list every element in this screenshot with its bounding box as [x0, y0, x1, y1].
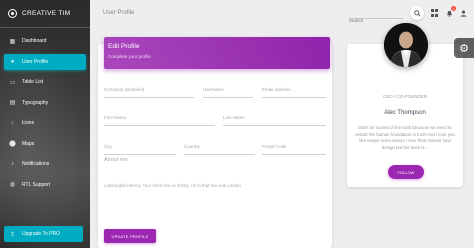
- country-field[interactable]: Country: [184, 143, 255, 155]
- content-paste-icon: ▭: [9, 79, 16, 86]
- notification-badge: 5: [451, 6, 456, 11]
- gear-icon: ⚙: [459, 42, 469, 55]
- bubble-chart-icon: ⁘: [9, 120, 16, 127]
- brand-logo-icon: [8, 9, 17, 18]
- city-label: City: [104, 144, 112, 149]
- sidebar-item-typography[interactable]: ▤ Typography: [4, 95, 86, 111]
- dashboard-icon[interactable]: [430, 9, 438, 17]
- location-icon: ⬤: [9, 141, 16, 147]
- notifications-button[interactable]: 5: [445, 6, 456, 17]
- about-me-label: About me: [104, 157, 128, 163]
- brand[interactable]: CREATIVE TIM: [0, 0, 90, 28]
- sidebar-item-label: Typography: [22, 99, 49, 106]
- sidebar-item-table-list[interactable]: ▭ Table List: [4, 74, 86, 90]
- company-label: Company (disabled): [104, 87, 145, 92]
- upgrade-to-pro-button[interactable]: ⇧ Upgrade To PRO: [4, 226, 83, 242]
- about-me-textarea[interactable]: Lamborghini Mercy, Your chick she so thi…: [104, 183, 324, 188]
- sidebar-item-dashboard[interactable]: ▦ Dashboard: [4, 33, 86, 49]
- follow-button[interactable]: FOLLOW: [388, 165, 424, 179]
- person-icon: ●: [10, 58, 15, 65]
- profile-card: CEO / CO-FOUNDER Alec Thompson Don't be …: [347, 23, 463, 187]
- first-name-field[interactable]: First Name: [104, 114, 215, 126]
- country-label: Country: [184, 144, 200, 149]
- postal-code-label: Postal Code: [262, 144, 287, 149]
- sidebar-item-rtl-support[interactable]: ◍ RTL Support: [4, 177, 86, 193]
- card-subtitle: Complete your profile: [108, 54, 151, 59]
- sidebar: CREATIVE TIM ▦ Dashboard ● User Profile …: [0, 0, 90, 248]
- sidebar-item-user-profile[interactable]: ● User Profile: [4, 53, 86, 70]
- edit-profile-header: Edit Profile Complete your profile: [104, 37, 330, 69]
- username-field[interactable]: Username: [203, 86, 253, 98]
- search-input[interactable]: [349, 18, 403, 23]
- language-icon: ◍: [9, 182, 16, 188]
- company-field: Company (disabled): [104, 86, 194, 98]
- sidebar-item-icons[interactable]: ⁘ Icons: [4, 115, 86, 131]
- upgrade-label: Upgrade To PRO: [22, 231, 60, 237]
- brand-name: CREATIVE TIM: [22, 10, 71, 17]
- unarchive-icon: ⇧: [9, 231, 16, 238]
- profile-bio: Don't be scared of the truth because we …: [355, 125, 455, 150]
- sidebar-item-label: Table List: [22, 79, 44, 85]
- postal-code-field[interactable]: Postal Code: [262, 143, 326, 155]
- person-icon: [460, 10, 466, 17]
- top-navbar: User Profile 5: [90, 0, 474, 28]
- settings-plugin-button[interactable]: ⚙: [454, 38, 474, 58]
- last-name-field[interactable]: Last Name: [223, 114, 326, 126]
- last-name-label: Last Name: [223, 115, 245, 120]
- first-name-label: First Name: [104, 115, 127, 120]
- library-books-icon: ▤: [9, 100, 16, 106]
- avatar-portrait: [384, 23, 428, 67]
- profile-name: Alec Thompson: [384, 110, 426, 116]
- sidebar-item-maps[interactable]: ⬤ Maps: [4, 136, 86, 152]
- edit-profile-card: Edit Profile Complete your profile Compa…: [98, 37, 332, 248]
- search-icon: [413, 9, 421, 17]
- sidebar-item-label: User Profile: [22, 58, 49, 65]
- sidebar-item-label: Dashboard: [22, 38, 47, 44]
- email-label: Email address: [262, 87, 291, 92]
- email-field[interactable]: Email address: [262, 86, 326, 98]
- sidebar-item-label: Icons: [22, 120, 34, 126]
- notifications-icon: ♪: [11, 161, 14, 167]
- dashboard-icon: ▦: [9, 38, 16, 45]
- user-menu-button[interactable]: [459, 9, 467, 17]
- sidebar-item-label: Notifications: [22, 161, 50, 167]
- profile-title: CEO / CO-FOUNDER: [382, 94, 427, 99]
- avatar: [384, 23, 428, 67]
- sidebar-item-notifications[interactable]: ♪ Notifications: [4, 156, 86, 172]
- card-title: Edit Profile: [108, 43, 140, 50]
- username-label: Username: [203, 87, 224, 92]
- sidebar-nav: ▦ Dashboard ● User Profile ▭ Table List …: [0, 33, 90, 193]
- page-title[interactable]: User Profile: [103, 10, 134, 16]
- sidebar-item-label: RTL Support: [22, 181, 51, 188]
- search-field: [349, 9, 403, 23]
- search-button[interactable]: [410, 6, 424, 20]
- update-profile-button[interactable]: UPDATE PROFILE: [104, 229, 156, 243]
- city-field[interactable]: City: [104, 143, 176, 155]
- sidebar-item-label: Maps: [22, 140, 35, 147]
